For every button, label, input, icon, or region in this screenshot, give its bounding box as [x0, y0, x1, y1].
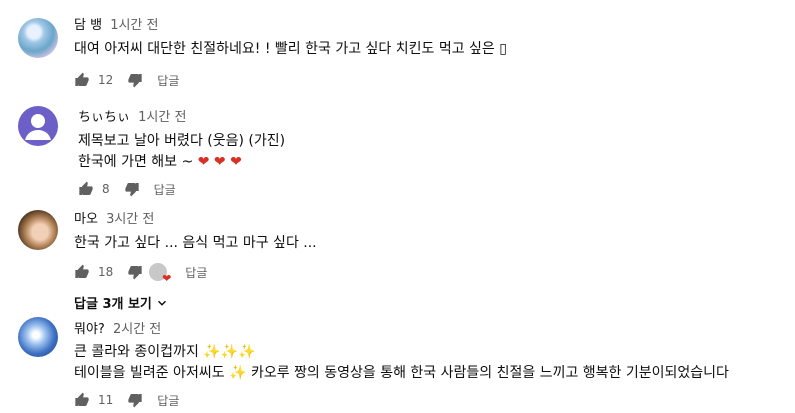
comment-time[interactable]: 3시간 전: [106, 212, 154, 227]
like-count: 8: [102, 182, 110, 196]
sparkle-icon: ✨: [238, 344, 256, 360]
view-replies-button[interactable]: 답글 3개 보기: [74, 293, 169, 312]
avatar[interactable]: [18, 210, 58, 250]
thumbs-up-icon[interactable]: [74, 72, 90, 88]
comment-text-line: 한국에 가면 해보 ~ ❤ ❤ ❤: [78, 151, 242, 171]
thumbs-down-icon[interactable]: [127, 264, 143, 280]
thumbs-down-icon[interactable]: [127, 72, 143, 88]
sparkle-icon: ✨: [203, 344, 221, 360]
creator-heart-badge: ❤: [149, 263, 171, 285]
like-count: 11: [98, 393, 114, 407]
heart-icon: ❤: [162, 272, 172, 285]
comment-time[interactable]: 1시간 전: [138, 110, 186, 125]
comment-text: 한국에 가면 해보 ~: [78, 154, 194, 170]
heart-icon: ❤: [213, 154, 226, 170]
default-avatar-icon: [25, 114, 51, 140]
thumbs-down-icon[interactable]: [124, 181, 140, 197]
thumbs-up-icon[interactable]: [74, 392, 90, 408]
comment-text: 대여 아저씨 대단한 친절하네요! ! 빨리 한국 가고 싶다 치킨도 먹고 싶…: [74, 41, 507, 57]
comment-text: 카오루 짱의 동영상을 통해 한국 사람들의 친절을 느끼고 행복한 기분이되었…: [250, 365, 729, 381]
comment-actions: 8 답글: [78, 179, 176, 199]
comment-author[interactable]: 마오: [74, 212, 98, 227]
comment-header: 마오 3시간 전: [74, 208, 154, 227]
thumbs-up-icon[interactable]: [74, 264, 90, 280]
heart-icon: ❤: [230, 154, 242, 170]
comment-time[interactable]: 2시간 전: [113, 322, 161, 337]
comment-actions: 12 답글: [74, 70, 179, 90]
avatar[interactable]: [18, 317, 58, 357]
chevron-down-icon: [157, 300, 166, 306]
like-count: 12: [98, 73, 114, 87]
reply-button[interactable]: 답글: [185, 264, 207, 281]
thumbs-up-icon[interactable]: [78, 181, 94, 197]
comment-text-line: 테이블을 빌려준 아저씨도 ✨ 카오루 짱의 동영상을 통해 한국 사람들의 친…: [74, 362, 729, 382]
comment-time[interactable]: 1시간 전: [110, 18, 158, 33]
sparkle-icon: ✨: [229, 365, 247, 381]
comment-header: ちぃちぃ 1시간 전: [78, 106, 186, 125]
heart-icon: ❤: [197, 154, 210, 170]
comment-header: 뭐야? 2시간 전: [74, 318, 161, 337]
comment-author[interactable]: 뭐야?: [74, 322, 105, 337]
comment-text: 큰 콜라와 종이컵까지: [74, 344, 199, 360]
avatar[interactable]: [18, 106, 58, 146]
comment-text-line: 큰 콜라와 종이컵까지 ✨✨✨: [74, 341, 256, 361]
comment-actions: 18 ❤ 답글: [74, 262, 207, 285]
reply-button[interactable]: 답글: [157, 72, 179, 89]
comment-header: 담 뱅 1시간 전: [74, 14, 159, 33]
comment-text: 테이블을 빌려준 아저씨도: [74, 365, 225, 381]
comment-text: 한국 가고 싶다 ... 음식 먹고 마구 싶다 ...: [74, 235, 317, 251]
like-count: 18: [98, 265, 114, 279]
comment-author[interactable]: ちぃちぃ: [78, 110, 130, 125]
reply-button[interactable]: 답글: [157, 392, 179, 409]
comment-text: 제목보고 날아 버렸다 (웃음) (가진): [78, 133, 286, 149]
thumbs-down-icon[interactable]: [127, 392, 143, 408]
reply-button[interactable]: 답글: [154, 181, 176, 198]
avatar[interactable]: [18, 18, 58, 58]
comment-author[interactable]: 담 뱅: [74, 18, 102, 33]
sparkle-icon: ✨: [220, 344, 239, 360]
comment-actions: 11 답글: [74, 390, 179, 410]
view-replies-label: 답글 3개 보기: [74, 297, 152, 312]
